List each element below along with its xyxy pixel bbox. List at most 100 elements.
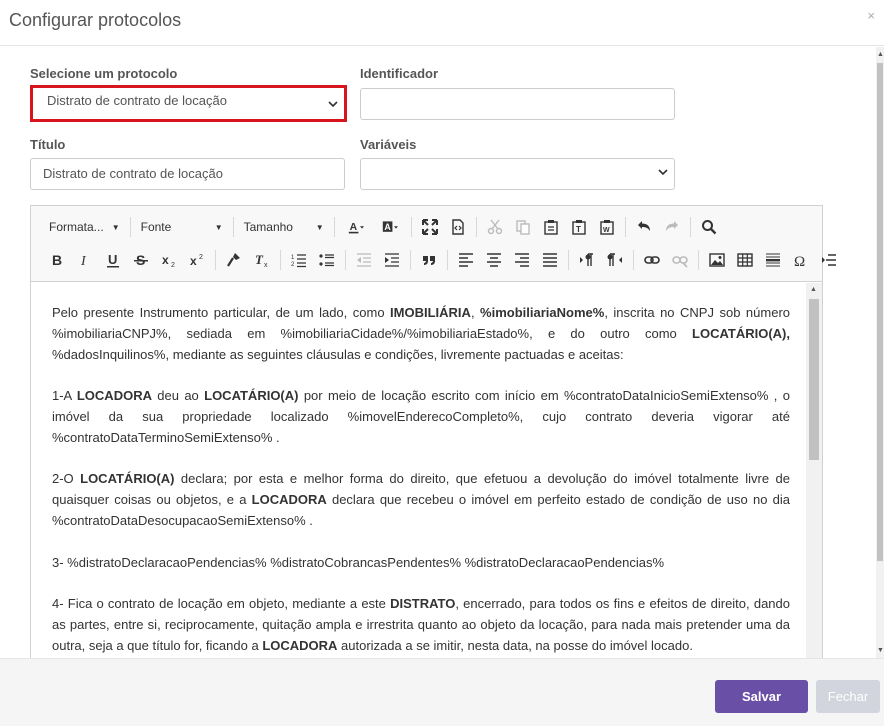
subscript-icon[interactable]: x2 xyxy=(155,248,183,272)
svg-text:2: 2 xyxy=(199,254,203,261)
close-button[interactable]: Fechar xyxy=(816,680,880,713)
modal-scrollbar[interactable]: ▲ ▼ xyxy=(876,47,884,658)
svg-text:U: U xyxy=(108,252,117,267)
rich-text-editor: Formata...▼ Fonte▼ Tamanho▼ A A T W B xyxy=(30,205,836,666)
paragraph-1: Pelo presente Instrumento particular, de… xyxy=(52,305,790,362)
paragraph-4: 3- %distratoDeclaracaoPendencias% %distr… xyxy=(52,554,665,570)
source-icon[interactable] xyxy=(444,215,472,239)
scrollbar-thumb[interactable] xyxy=(809,299,819,460)
toolbar-separator xyxy=(475,217,477,237)
chevron-down-icon xyxy=(328,101,338,108)
paste-word-icon[interactable]: W xyxy=(593,215,621,239)
superscript-icon[interactable]: x2 xyxy=(183,248,211,272)
svg-text:W: W xyxy=(603,227,610,234)
underline-icon[interactable]: U xyxy=(99,248,127,272)
scroll-up-icon[interactable]: ▲ xyxy=(877,51,884,58)
toolbar-separator xyxy=(333,217,335,237)
unlink-icon[interactable] xyxy=(666,248,694,272)
link-icon[interactable] xyxy=(638,248,666,272)
toolbar-separator xyxy=(633,250,634,270)
font-color-icon[interactable]: A xyxy=(339,215,373,239)
image-icon[interactable] xyxy=(703,248,731,272)
numbered-list-icon[interactable]: 12 xyxy=(285,248,313,272)
bulleted-list-icon[interactable] xyxy=(313,248,341,272)
svg-text:1: 1 xyxy=(291,255,295,261)
table-icon[interactable] xyxy=(731,248,759,272)
align-left-icon[interactable] xyxy=(452,248,480,272)
svg-text:x: x xyxy=(264,262,268,268)
svg-text:x: x xyxy=(190,254,197,268)
scrollbar-thumb[interactable] xyxy=(877,63,883,561)
toolbar-separator xyxy=(215,250,216,270)
ltr-icon[interactable] xyxy=(573,248,601,272)
title-input-value: Distrato de contrato de locação xyxy=(43,166,223,181)
protocol-select[interactable]: Distrato de contrato de locação xyxy=(30,85,347,122)
toolbar-separator xyxy=(410,217,412,237)
identifier-label: Identificador xyxy=(360,66,439,81)
title-label: Título xyxy=(30,137,66,152)
format-dropdown[interactable]: Formata... ▼ xyxy=(43,215,126,239)
remove-format-icon[interactable]: Tx xyxy=(248,248,276,272)
strikethrough-icon[interactable]: S xyxy=(127,248,155,272)
indent-icon[interactable] xyxy=(378,248,406,272)
outdent-icon[interactable] xyxy=(350,248,378,272)
size-dropdown[interactable]: Tamanho ▼ xyxy=(238,215,330,239)
undo-icon[interactable] xyxy=(630,215,658,239)
toolbar-separator xyxy=(345,250,346,270)
toolbar-separator xyxy=(689,217,691,237)
find-icon[interactable] xyxy=(695,215,723,239)
justify-icon[interactable] xyxy=(536,248,564,272)
special-char-icon[interactable]: Ω xyxy=(787,248,815,272)
background-color-icon[interactable]: A xyxy=(373,215,407,239)
toolbar-separator xyxy=(447,250,448,270)
identifier-input[interactable] xyxy=(360,88,675,120)
scroll-up-icon[interactable]: ▲ xyxy=(810,286,817,293)
save-button[interactable]: Salvar xyxy=(715,680,808,713)
font-dropdown[interactable]: Fonte ▼ xyxy=(135,215,229,239)
bold-icon[interactable]: B xyxy=(43,248,71,272)
rtl-icon[interactable] xyxy=(601,248,629,272)
svg-text:2: 2 xyxy=(171,262,175,268)
blockquote-icon[interactable] xyxy=(415,248,443,272)
title-input[interactable]: Distrato de contrato de locação xyxy=(30,158,345,190)
svg-text:x: x xyxy=(162,253,169,267)
svg-text:T: T xyxy=(576,225,581,234)
close-icon[interactable]: × xyxy=(867,8,875,23)
paragraph-3: 2-O LOCATÁRIO(A) declara; por esta e mel… xyxy=(52,471,790,528)
toolbar-separator xyxy=(129,217,131,237)
variables-select[interactable] xyxy=(360,158,675,190)
editor-scrollbar[interactable]: ▲ xyxy=(806,283,822,666)
horizontal-line-icon[interactable] xyxy=(759,248,787,272)
copy-icon[interactable] xyxy=(509,215,537,239)
paste-text-icon[interactable]: T xyxy=(565,215,593,239)
modal-footer: Salvar Fechar xyxy=(0,658,884,726)
toolbar-separator xyxy=(410,250,411,270)
copy-format-icon[interactable] xyxy=(220,248,248,272)
toolbar-separator xyxy=(232,217,234,237)
variables-label: Variáveis xyxy=(360,137,417,152)
svg-text:B: B xyxy=(52,252,62,268)
maximize-icon[interactable] xyxy=(416,215,444,239)
protocol-label: Selecione um protocolo xyxy=(30,66,178,81)
scroll-down-icon[interactable]: ▼ xyxy=(877,647,884,654)
editor-content[interactable]: Pelo presente Instrumento particular, de… xyxy=(31,283,806,666)
modal-title: Configurar protocolos xyxy=(9,10,182,30)
italic-icon[interactable]: I xyxy=(71,248,99,272)
align-right-icon[interactable] xyxy=(508,248,536,272)
paste-icon[interactable] xyxy=(537,215,565,239)
svg-text:Ω: Ω xyxy=(794,254,805,268)
cut-icon[interactable] xyxy=(481,215,509,239)
toolbar-separator xyxy=(698,250,699,270)
svg-text:T: T xyxy=(255,252,264,267)
toolbar-separator xyxy=(280,250,281,270)
align-center-icon[interactable] xyxy=(480,248,508,272)
paragraph-5: 4- Fica o contrato de locação em objeto,… xyxy=(52,596,790,653)
toolbar-separator xyxy=(624,217,626,237)
svg-text:A: A xyxy=(384,222,391,232)
editor-toolbar: Formata...▼ Fonte▼ Tamanho▼ A A T W B xyxy=(31,206,836,282)
redo-icon[interactable] xyxy=(658,215,686,239)
page-break-icon[interactable] xyxy=(815,248,843,272)
svg-text:I: I xyxy=(80,254,87,268)
svg-text:A: A xyxy=(349,222,357,233)
modal-header: Configurar protocolos × xyxy=(0,0,884,46)
